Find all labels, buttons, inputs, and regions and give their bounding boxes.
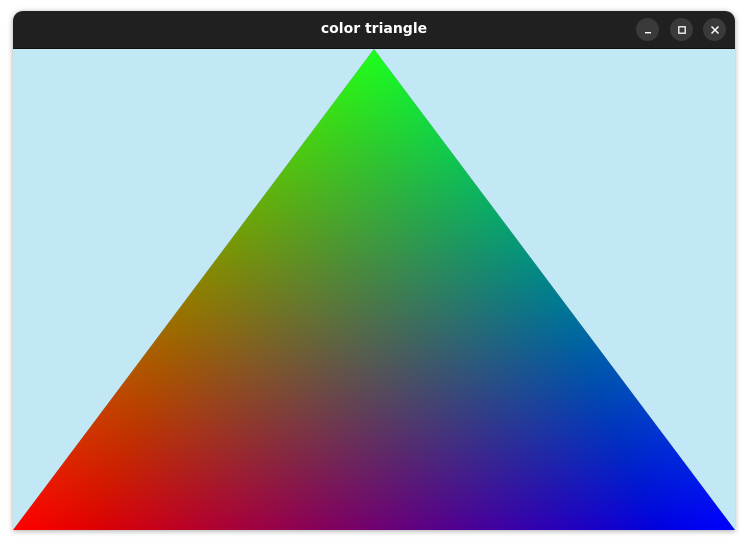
close-button[interactable] (703, 18, 726, 41)
maximize-icon (677, 25, 686, 34)
app-window: color triangle (13, 11, 735, 530)
minimize-button[interactable] (636, 18, 659, 41)
close-icon (710, 25, 719, 34)
triangle-shape (13, 49, 735, 530)
color-triangle (13, 49, 735, 530)
render-canvas (13, 49, 735, 530)
minimize-icon (644, 31, 651, 33)
title-bar[interactable]: color triangle (13, 11, 735, 49)
maximize-button[interactable] (670, 18, 693, 41)
window-title: color triangle (320, 21, 428, 37)
